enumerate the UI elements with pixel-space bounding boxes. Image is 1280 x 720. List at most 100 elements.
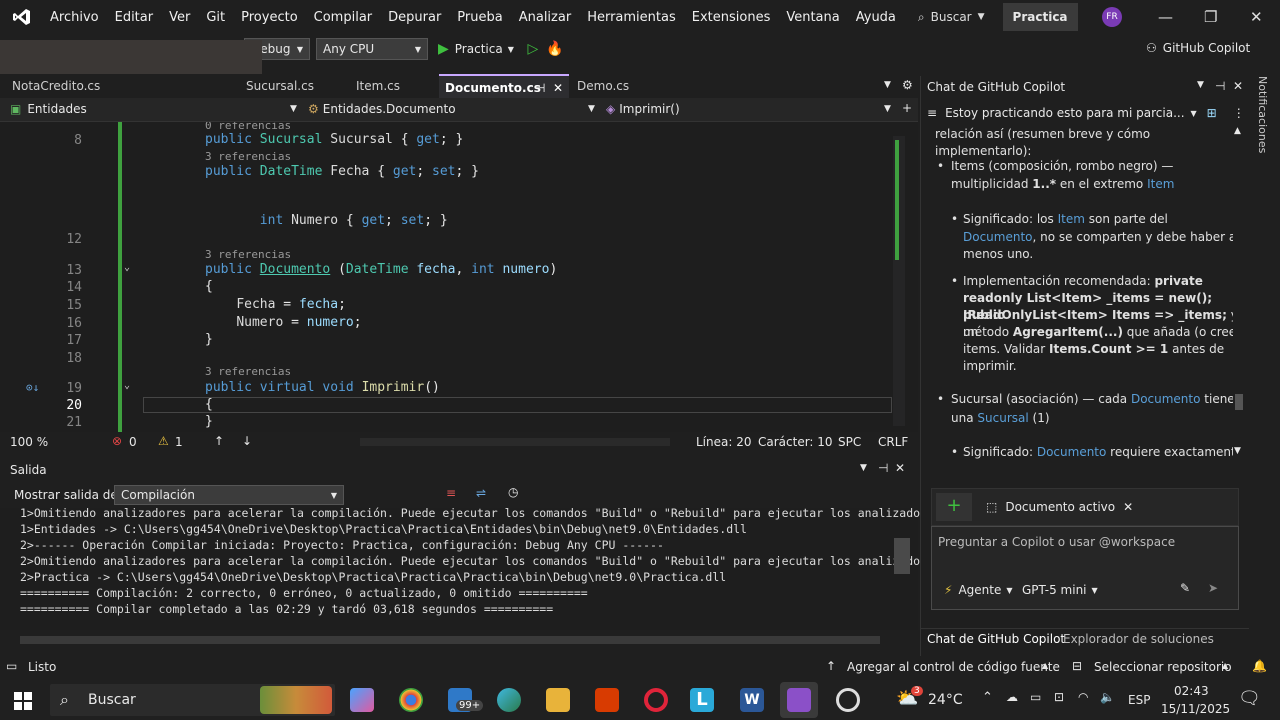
output-text[interactable]: 1>Omitiendo analizadores para acelerar l…	[0, 506, 927, 644]
code-link[interactable]: Documento	[963, 230, 1033, 244]
code-editor[interactable]: 0 referencias 8 public Sucursal Sucursal…	[0, 122, 918, 432]
hot-reload-icon[interactable]: 🔥	[544, 41, 566, 57]
language-indicator[interactable]: ESP	[1128, 693, 1150, 707]
windows-start-icon[interactable]	[14, 692, 32, 710]
codelens-references[interactable]: 0 referencias	[205, 122, 291, 132]
notification-center-icon[interactable]: 🗨	[1238, 688, 1261, 709]
add-context-button[interactable]: +	[936, 493, 972, 521]
select-repo-button[interactable]: Seleccionar repositorio	[1094, 660, 1232, 674]
source-control-button[interactable]: Agregar al control de código fuente	[847, 660, 1060, 674]
menu-ver[interactable]: Ver	[161, 10, 198, 25]
hamburger-icon[interactable]: ≡	[927, 106, 937, 120]
model-dropdown[interactable]: GPT-5 mini ▼	[1022, 583, 1098, 597]
vertical-scrollbar[interactable]	[893, 136, 905, 426]
tray-chevron-up-icon[interactable]: ⌃	[982, 690, 993, 705]
chevron-up-icon[interactable]: ▲	[1234, 126, 1241, 136]
tab-demo[interactable]: Demo.cs	[571, 74, 671, 98]
code-link[interactable]: Documento	[1037, 445, 1107, 459]
wifi-icon[interactable]: ◠	[1078, 690, 1088, 704]
weather-temp[interactable]: 24°C	[928, 692, 963, 708]
menu-archivo[interactable]: Archivo	[42, 10, 107, 25]
more-icon[interactable]: ⋮	[1233, 106, 1245, 120]
visual-studio-icon[interactable]	[787, 688, 811, 712]
tab-solution-explorer[interactable]: Explorador de soluciones	[1063, 632, 1214, 646]
file-explorer-icon[interactable]	[546, 688, 570, 712]
codelens-references[interactable]: 3 referencias	[205, 150, 291, 163]
error-icon[interactable]: ⊗	[112, 434, 122, 448]
onedrive-icon[interactable]: ☁	[1006, 690, 1018, 704]
pin-icon[interactable]: ⊣	[878, 461, 888, 475]
clock-icon[interactable]: ◷	[508, 485, 518, 499]
thread-title[interactable]: Estoy practicando esto para mi parcia...	[945, 106, 1184, 120]
mail-icon[interactable]: 99+	[448, 688, 484, 712]
github-copilot-button[interactable]: ⚇ GitHub Copilot	[1146, 41, 1250, 55]
bell-icon[interactable]: 🔔	[1252, 659, 1267, 673]
collapse-icon[interactable]: ⌄	[124, 380, 130, 391]
minimize-icon[interactable]: —	[1158, 8, 1173, 26]
scroll-thumb[interactable]	[1235, 394, 1243, 410]
tab-list-icon[interactable]: ▼	[884, 80, 891, 90]
office-icon[interactable]	[595, 688, 619, 712]
tab-documento[interactable]: Documento.cs ⊣ ✕	[439, 74, 569, 98]
chat-input-box[interactable]: Preguntar a Copilot o usar @workspace ⚡ …	[931, 526, 1239, 610]
arrow-down-icon[interactable]: ↓	[242, 434, 252, 448]
edge-icon[interactable]	[497, 688, 521, 712]
tab-notacredito[interactable]: NotaCredito.cs	[6, 74, 116, 98]
settings-icon[interactable]: ⚙	[902, 78, 913, 92]
output-source-dropdown[interactable]: Compilación ▼	[114, 485, 344, 505]
chevron-down-icon[interactable]: ▼	[1234, 446, 1241, 456]
menu-git[interactable]: Git	[198, 10, 233, 25]
close-icon[interactable]: ✕	[1250, 8, 1263, 26]
horizontal-scrollbar[interactable]	[360, 438, 670, 446]
avatar[interactable]: FR	[1102, 7, 1122, 27]
pin-icon[interactable]: ⊣	[1215, 79, 1225, 93]
restore-icon[interactable]: ❐	[1204, 8, 1217, 26]
menu-proyecto[interactable]: Proyecto	[233, 10, 306, 25]
notifications-sidebar[interactable]: Notificaciones	[1252, 76, 1278, 196]
pin-icon[interactable]: ⊣	[535, 76, 545, 100]
copilot-app-icon[interactable]	[350, 688, 374, 712]
word-wrap-icon[interactable]: ⇌	[476, 486, 486, 500]
close-icon[interactable]: ✕	[1123, 500, 1133, 514]
type-dropdown[interactable]: ⚙ Entidades.Documento	[308, 102, 598, 116]
vertical-scrollbar[interactable]	[894, 538, 910, 574]
chevron-down-icon[interactable]: ▼	[1197, 80, 1204, 90]
menu-editar[interactable]: Editar	[107, 10, 162, 25]
vertical-scrollbar[interactable]: ▲ ▼	[1233, 124, 1245, 460]
run-button[interactable]: ▶ Practica ▼	[438, 41, 514, 57]
close-icon[interactable]: ✕	[1233, 79, 1243, 93]
volume-icon[interactable]: 🔈	[1100, 690, 1115, 704]
search-box[interactable]: ⌕ Buscar ▼	[918, 10, 985, 25]
menu-herramientas[interactable]: Herramientas	[579, 10, 684, 25]
mode-dropdown[interactable]: ⚡ Agente ▼	[944, 583, 1013, 597]
arrow-up-icon[interactable]: ↑	[214, 434, 224, 448]
code-link[interactable]: Documento	[1131, 392, 1201, 406]
menu-ayuda[interactable]: Ayuda	[848, 10, 904, 25]
project-dropdown[interactable]: ▣ Entidades	[10, 102, 87, 116]
clock-date[interactable]: 15/11/2025	[1161, 702, 1230, 716]
override-icon[interactable]: ⊙↓	[26, 381, 39, 394]
warning-icon[interactable]: ⚠	[158, 434, 169, 448]
codelens-references[interactable]: 3 referencias	[205, 365, 291, 378]
collapse-icon[interactable]: ⌄	[124, 262, 130, 273]
menu-ventana[interactable]: Ventana	[778, 10, 847, 25]
code-link[interactable]: Item	[1147, 177, 1174, 191]
platform-dropdown[interactable]: Any CPU ▼	[316, 38, 428, 60]
menu-depurar[interactable]: Depurar	[380, 10, 449, 25]
tab-sucursal[interactable]: Sucursal.cs	[240, 74, 340, 98]
codelens-references[interactable]: 3 referencias	[205, 248, 291, 261]
chevron-down-icon[interactable]: ▼	[1191, 109, 1197, 118]
chrome-icon[interactable]	[399, 688, 423, 712]
code-link[interactable]: Sucursal	[977, 411, 1028, 425]
menu-analizar[interactable]: Analizar	[511, 10, 579, 25]
chevron-down-icon[interactable]: ▼	[860, 463, 867, 473]
menu-compilar[interactable]: Compilar	[306, 10, 380, 25]
meet-icon[interactable]: ⊡	[1054, 690, 1064, 704]
close-icon[interactable]: ✕	[553, 76, 563, 100]
line-ending-indicator[interactable]: CRLF	[878, 435, 908, 449]
member-dropdown[interactable]: ◈ Imprimir()	[606, 102, 680, 116]
clear-all-icon[interactable]: ≡	[446, 486, 456, 500]
split-icon[interactable]: +	[902, 101, 912, 115]
lapp-icon[interactable]: L	[690, 688, 714, 712]
clock-time[interactable]: 02:43	[1174, 684, 1209, 698]
